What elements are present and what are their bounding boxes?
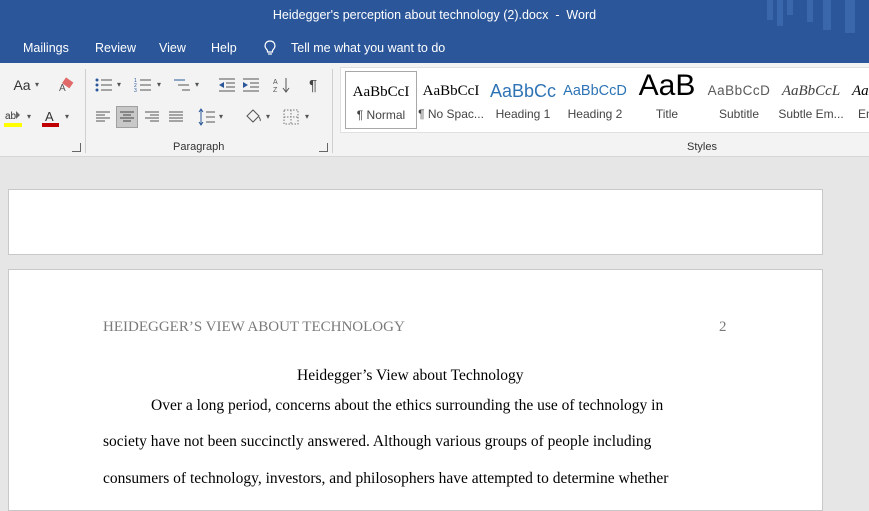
clear-formatting-icon[interactable]: A: [58, 77, 76, 93]
align-center-button[interactable]: [116, 106, 138, 128]
chevron-down-icon[interactable]: ▾: [195, 80, 199, 89]
svg-text:Z: Z: [273, 87, 278, 94]
svg-text:A: A: [59, 83, 66, 93]
style-no-spacing[interactable]: AaBbCcI ¶ No Spac...: [416, 71, 486, 127]
style-emphasis[interactable]: AaB Em: [848, 71, 869, 127]
text-highlight-icon[interactable]: ab: [4, 108, 24, 128]
svg-text:ab: ab: [5, 111, 17, 122]
style-preview: AaB: [852, 83, 869, 99]
style-preview: AaBbCcD: [563, 83, 627, 99]
style-title[interactable]: AaB Title: [632, 71, 702, 127]
menu-review[interactable]: Review: [95, 41, 136, 55]
change-case-button[interactable]: Aa: [11, 75, 33, 95]
align-center-icon: [120, 111, 134, 122]
decrease-indent-icon[interactable]: [218, 77, 236, 93]
body-line-1: Over a long period, concerns about the e…: [151, 397, 664, 414]
style-preview: AaB: [638, 71, 696, 102]
ribbon: Aa ▾ A ab ▾ A ▾ ▾ 1 2 3 ▾ ▾ A Z ¶ ▾ ▾ ▾ …: [0, 63, 869, 157]
line-spacing-icon[interactable]: [198, 108, 216, 126]
increase-indent-icon[interactable]: [242, 77, 260, 93]
style-label: Subtle Em...: [778, 107, 844, 121]
shading-icon[interactable]: [243, 108, 263, 126]
multilevel-list-icon[interactable]: [173, 77, 191, 93]
style-preview: AaBbCcD: [707, 83, 771, 98]
menu-view[interactable]: View: [159, 41, 186, 55]
style-preview: AaBbCc: [489, 81, 557, 101]
chevron-down-icon[interactable]: ▾: [157, 80, 161, 89]
chevron-down-icon[interactable]: ▾: [35, 80, 39, 89]
window-title: Heidegger's perception about technology …: [272, 8, 597, 22]
styles-group-label: Styles: [687, 141, 717, 153]
align-left-icon[interactable]: [95, 109, 111, 125]
chevron-down-icon[interactable]: ▾: [65, 112, 69, 121]
style-label: Em: [858, 107, 869, 121]
svg-text:A: A: [45, 109, 54, 124]
align-right-icon[interactable]: [144, 109, 160, 125]
tell-me-search[interactable]: Tell me what you want to do: [291, 41, 445, 55]
running-head: HEIDEGGER’S VIEW ABOUT TECHNOLOGY: [103, 319, 405, 335]
style-label: Heading 2: [567, 107, 623, 121]
document-page-2[interactable]: HEIDEGGER’S VIEW ABOUT TECHNOLOGY 2 Heid…: [8, 269, 823, 511]
svg-text:A: A: [273, 79, 278, 86]
style-label: Heading 1: [495, 107, 551, 121]
style-normal[interactable]: AaBbCcI ¶ Normal: [345, 71, 417, 129]
paragraph-group-label: Paragraph: [173, 141, 225, 153]
style-label: Title: [655, 107, 679, 121]
body-line-2: society have not been succinctly answere…: [103, 433, 652, 450]
style-preview: AaBbCcL: [781, 83, 841, 99]
menu-help[interactable]: Help: [211, 41, 237, 55]
sort-icon[interactable]: A Z: [273, 76, 291, 94]
document-page-1-bottom: [8, 189, 823, 255]
svg-text:3: 3: [134, 88, 137, 93]
title-bar-decoration: [767, 0, 855, 33]
style-heading-2[interactable]: AaBbCcD Heading 2: [560, 71, 630, 127]
style-preview: AaBbCcI: [422, 83, 480, 99]
chevron-down-icon[interactable]: ▾: [305, 112, 309, 121]
title-bar: Heidegger's perception about technology …: [0, 0, 869, 33]
page-number: 2: [719, 319, 727, 335]
style-preview: AaBbCcI: [352, 84, 410, 100]
chevron-down-icon[interactable]: ▾: [117, 80, 121, 89]
body-line-3: consumers of technology, investors, and …: [103, 470, 669, 487]
document-title: Heidegger’s View about Technology: [297, 367, 524, 384]
justify-icon[interactable]: [168, 109, 184, 125]
bullets-icon[interactable]: [95, 77, 113, 93]
numbering-icon[interactable]: 1 2 3: [134, 77, 152, 93]
font-dialog-launcher[interactable]: [72, 143, 81, 152]
menu-bar: Mailings Review View Help Tell me what y…: [0, 33, 869, 63]
chevron-down-icon[interactable]: ▾: [266, 112, 270, 121]
paragraph-dialog-launcher[interactable]: [319, 143, 328, 152]
style-heading-1[interactable]: AaBbCc Heading 1: [488, 71, 558, 127]
style-subtitle[interactable]: AaBbCcD Subtitle: [704, 71, 774, 127]
group-separator: [332, 69, 333, 153]
style-label: ¶ Normal: [356, 108, 406, 122]
menu-mailings[interactable]: Mailings: [23, 41, 69, 55]
font-color-icon[interactable]: A: [42, 108, 60, 128]
chevron-down-icon[interactable]: ▾: [27, 112, 31, 121]
lightbulb-icon: [264, 40, 276, 55]
borders-icon[interactable]: [283, 109, 299, 125]
style-label: Subtitle: [718, 107, 760, 121]
style-label: ¶ No Spac...: [418, 107, 484, 121]
show-formatting-marks-icon[interactable]: ¶: [303, 75, 323, 95]
style-subtle-emphasis[interactable]: AaBbCcL Subtle Em...: [776, 71, 846, 127]
chevron-down-icon[interactable]: ▾: [219, 112, 223, 121]
group-separator: [85, 69, 86, 153]
